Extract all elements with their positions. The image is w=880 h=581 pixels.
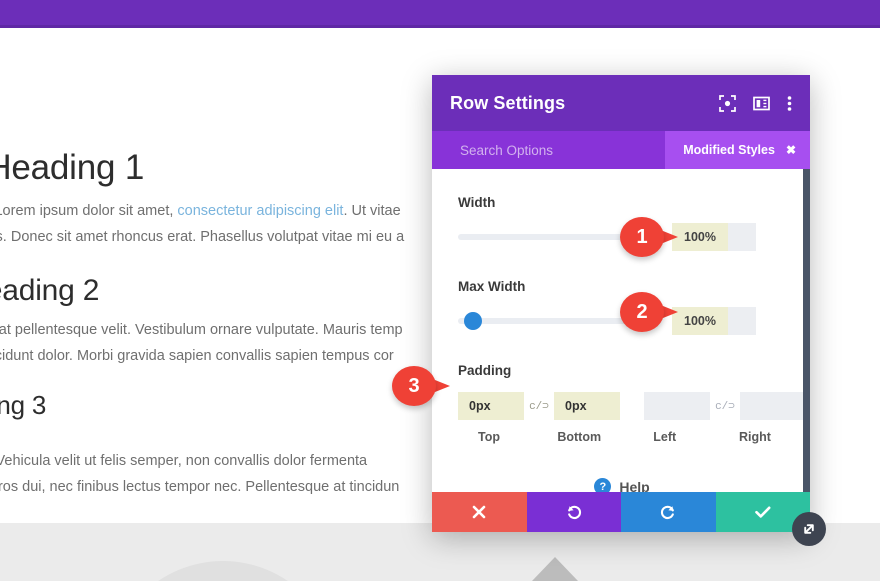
callout-3-bubble: 3 — [392, 366, 436, 406]
inline-link[interactable]: consectetur adipiscing elit — [177, 203, 343, 219]
callout-3-number: 3 — [408, 374, 420, 397]
padding-left-input[interactable] — [644, 392, 710, 420]
modified-styles-badge[interactable]: Modified Styles ✖ — [665, 131, 810, 169]
help-label: Help — [619, 478, 650, 493]
redo-button[interactable] — [621, 492, 716, 532]
padding-left-caption: Left — [653, 430, 677, 444]
link-values-icon-2[interactable]: c/⊃ — [710, 399, 740, 413]
padding-right-caption: Right — [739, 430, 771, 444]
paragraph-2-text-a: sapien, at pellentesque velit. Vestibulu… — [0, 322, 403, 339]
layout-panel-icon[interactable] — [753, 95, 770, 112]
paragraph-1-text-a: n Text. Lorem ipsum dolor sit amet, — [0, 202, 174, 219]
max-width-slider-handle[interactable] — [464, 312, 482, 330]
callout-2-bubble: 2 — [620, 292, 664, 332]
paragraph-3-text-b: luctus eros dui, nec finibus lectus temp… — [0, 478, 400, 495]
focus-frame-icon[interactable] — [719, 94, 736, 112]
max-width-value: 100% — [684, 314, 716, 328]
paragraph-1-text-c: es turpis. Donec sit amet rhoncus erat. … — [0, 228, 405, 245]
padding-bottom-caption: Bottom — [557, 430, 602, 444]
callout-2-number: 2 — [636, 300, 648, 323]
discard-changes-button[interactable] — [432, 492, 527, 532]
search-options-row: Modified Styles ✖ — [432, 131, 810, 169]
decorative-triangle — [440, 557, 670, 581]
callout-marker-2: 2 — [620, 292, 682, 332]
help-icon: ? — [594, 478, 612, 492]
link-values-icon[interactable]: c/⊃ — [524, 399, 554, 413]
close-icon[interactable]: ✖ — [786, 143, 796, 157]
modal-header: Row Settings — [432, 75, 810, 131]
padding-bottom-value: 0px — [565, 399, 587, 413]
search-input[interactable] — [460, 142, 660, 158]
padding-label: Padding — [458, 363, 512, 378]
padding-captions-row: Top Bottom Left Right — [458, 430, 786, 444]
top-bar-edge — [0, 25, 880, 28]
padding-top-value: 0px — [469, 399, 491, 413]
resize-handle-icon[interactable] — [792, 512, 826, 546]
callout-marker-3: 3 — [392, 366, 454, 406]
padding-inputs-row: 0px c/⊃ 0px c/⊃ — [458, 391, 806, 421]
modal-header-actions — [719, 94, 792, 112]
callout-1-bubble: 1 — [620, 217, 664, 257]
padding-right-input[interactable] — [740, 392, 806, 420]
padding-top-input[interactable]: 0px — [458, 392, 524, 420]
padding-bottom-input[interactable]: 0px — [554, 392, 620, 420]
paragraph-3-text-a: Quote. Vehicula velit ut felis semper, n… — [0, 452, 368, 469]
paragraph-2-text-b: nt id tincidunt dolor. Morbi gravida sap… — [0, 348, 394, 365]
callout-marker-1: 1 — [620, 217, 682, 257]
callout-1-number: 1 — [636, 225, 648, 248]
modal-title: Row Settings — [450, 92, 566, 113]
screen: nt Heading 1 n Text. Lorem ipsum dolor s… — [0, 0, 880, 581]
width-value-field[interactable]: 100% — [672, 223, 756, 251]
padding-horizontal-group: c/⊃ — [644, 392, 806, 420]
max-width-value-field[interactable]: 100% — [672, 307, 756, 335]
modal-footer — [432, 492, 810, 532]
padding-vertical-group: 0px c/⊃ 0px — [458, 392, 620, 420]
padding-top-caption: Top — [478, 430, 500, 444]
overflow-menu-icon[interactable] — [787, 95, 792, 112]
padding-field-group: Padding 0px c/⊃ 0px c/⊃ Top Bottom Left … — [458, 363, 806, 444]
width-label: Width — [458, 195, 496, 210]
modal-scrollbar[interactable] — [803, 169, 810, 492]
undo-button[interactable] — [526, 492, 621, 532]
help-link[interactable]: ? Help — [458, 478, 786, 492]
admin-top-bar — [0, 0, 880, 28]
width-value: 100% — [684, 230, 716, 244]
paragraph-1-text-b: . Ut vitae — [343, 202, 401, 219]
modified-styles-label: Modified Styles — [683, 143, 775, 157]
